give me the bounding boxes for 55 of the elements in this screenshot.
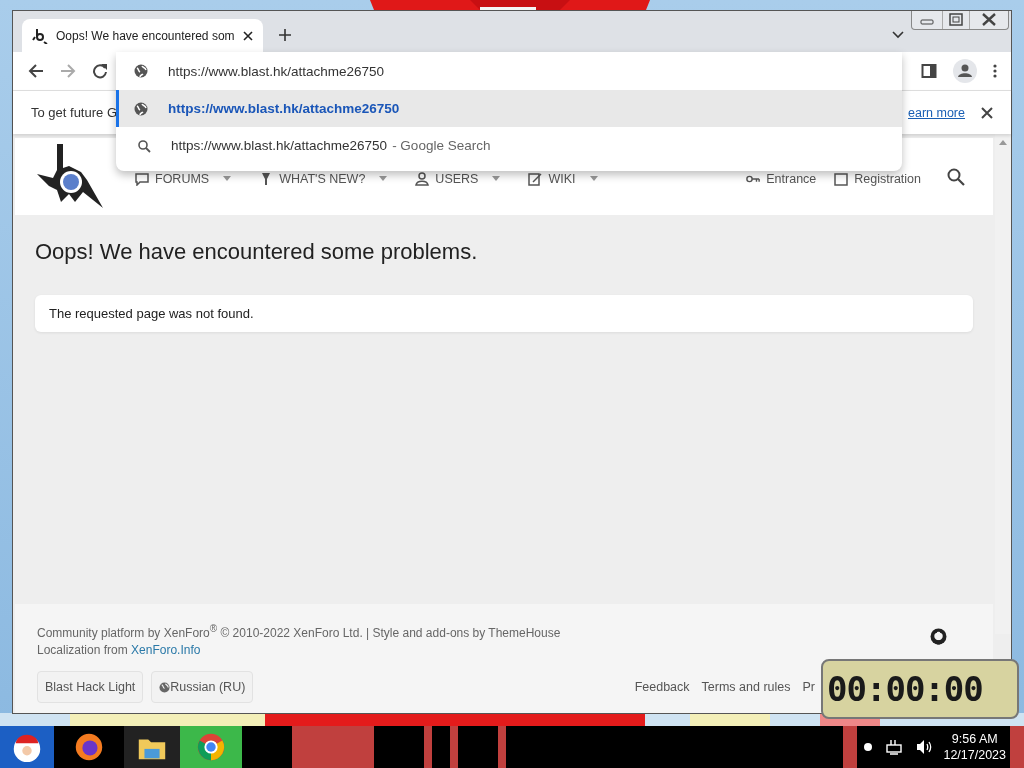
- nav-link[interactable]: WHAT'S NEW?: [259, 171, 388, 186]
- globe-icon: [134, 64, 148, 78]
- nav-link[interactable]: FORUMS: [135, 171, 232, 186]
- menu-icon[interactable]: [993, 63, 997, 79]
- logo-icon: [32, 27, 48, 44]
- footer-link[interactable]: Terms and rules: [701, 680, 791, 694]
- suggestion-item[interactable]: https://www.blast.hk/attachme26750 - Google Search: [116, 127, 902, 164]
- clock-time: 9:56 AM: [951, 731, 998, 747]
- caret-icon: [379, 176, 388, 181]
- chat-icon: [135, 171, 149, 186]
- nav-link[interactable]: WIKI: [528, 171, 598, 186]
- page-title: Oops! We have encountered some problems.: [35, 239, 479, 265]
- error-message: The requested page was not found.: [49, 306, 254, 321]
- register-link[interactable]: Registration: [834, 171, 921, 186]
- language-button[interactable]: Russian (RU): [151, 671, 254, 703]
- profile-icon[interactable]: [953, 59, 977, 83]
- xenforo-info-link[interactable]: XenForo.Info: [131, 643, 201, 657]
- close-icon[interactable]: [981, 106, 993, 119]
- new-tab-icon[interactable]: [278, 29, 291, 41]
- learn-more-link[interactable]: earn more: [908, 105, 965, 120]
- caret-icon: [589, 176, 598, 181]
- globe-icon: [134, 101, 148, 116]
- reload-icon[interactable]: [92, 63, 108, 79]
- nav-link[interactable]: USERS: [415, 171, 501, 186]
- clock-date: 12/17/2023: [943, 747, 1006, 763]
- dot-icon[interactable]: [864, 743, 873, 751]
- caret-icon: [492, 176, 501, 181]
- footer-link[interactable]: Feedback: [634, 680, 690, 694]
- search-icon: [137, 138, 151, 153]
- network-icon[interactable]: [886, 739, 903, 755]
- caret-icon: [223, 176, 232, 181]
- copyright-text: Community platform by XenForo$^{®}$ © 2010-2022 XenForo Ltd. | Style and add-ons by ThemeHouse: [37, 622, 562, 642]
- side-panel-icon[interactable]: [921, 63, 937, 79]
- browser-tab[interactable]: Oops! We have encountered som: [22, 19, 263, 52]
- search-icon[interactable]: [947, 167, 965, 186]
- square-icon: [834, 171, 849, 186]
- volume-icon[interactable]: [916, 739, 933, 755]
- globe-icon: [159, 681, 171, 693]
- edit-icon: [528, 171, 543, 186]
- taskbar-window[interactable]: [843, 726, 858, 768]
- style-button[interactable]: Blast Hack Light: [37, 671, 144, 703]
- login-link[interactable]: Entrance: [746, 171, 817, 186]
- infobar-text: To get future G: [31, 105, 117, 120]
- localization-text: Localization from: [37, 643, 128, 657]
- start-button[interactable]: [0, 726, 54, 768]
- chevron-icon[interactable]: [892, 31, 904, 39]
- taskbar-button[interactable]: [124, 726, 180, 768]
- back-icon[interactable]: [28, 63, 44, 79]
- suggestion-item[interactable]: https://www.blast.hk/attachme26750: [116, 90, 902, 127]
- clock[interactable]: 9:56 AM 12/17/2023: [939, 726, 1010, 768]
- address-field[interactable]: https://www.blast.hk/attachme26750: [168, 63, 902, 79]
- footer-link[interactable]: Pr: [802, 680, 815, 694]
- timer-display: 00:00:00: [827, 669, 983, 709]
- close-icon[interactable]: [242, 30, 253, 41]
- user-icon: [415, 171, 430, 186]
